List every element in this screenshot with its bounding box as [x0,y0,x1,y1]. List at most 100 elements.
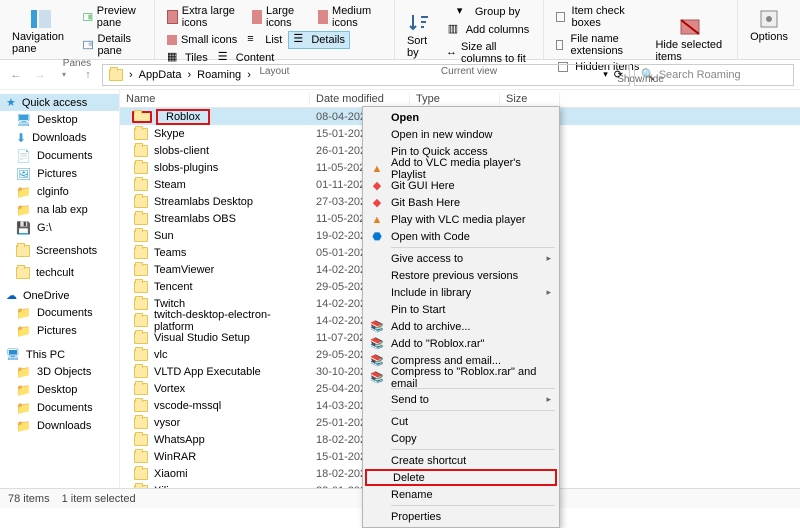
options-button[interactable]: Options [746,4,792,46]
ctx-add-archive[interactable]: 📚Add to archive... [365,318,557,335]
sidebar-item[interactable]: 📁Downloads [0,417,119,435]
ctx-play-vlc[interactable]: ▲Play with VLC media player [365,211,557,228]
file-name: vysor [154,417,180,429]
navigation-pane-label: Navigation pane [12,31,69,55]
details-button[interactable]: ☰Details [288,31,350,49]
sidebar-item[interactable]: 📄Documents [0,147,119,165]
address-bar[interactable]: › AppData › Roaming › ▾ ⟳ [102,64,630,86]
sort-by-button[interactable]: Sort by [403,4,436,66]
sidebar-item[interactable]: 📁Documents [0,399,119,417]
techcult-folder[interactable]: techcult [0,265,119,281]
history-dropdown[interactable]: ▾ [54,65,74,85]
ctx-add-rar[interactable]: 📚Add to "Roblox.rar" [365,335,557,352]
size-columns-button[interactable]: ↔Size all columns to fit [442,40,535,66]
ctx-give-access[interactable]: Give access to [365,250,557,267]
col-size[interactable]: Size [500,93,560,105]
quick-access[interactable]: ★Quick access [0,94,119,111]
file-name: Streamlabs Desktop [154,196,253,208]
ctx-git-bash[interactable]: ◆Git Bash Here [365,194,557,211]
file-name: Xiaomi [154,468,188,480]
search-icon: 🔍 [641,68,655,81]
ctx-restore-previous[interactable]: Restore previous versions [365,267,557,284]
ctx-send-to[interactable]: Send to [365,391,557,408]
large-icons-button[interactable]: Large icons [248,4,312,30]
ctx-include-library[interactable]: Include in library [365,284,557,301]
onedrive[interactable]: ☁OneDrive [0,287,119,304]
ctx-git-gui[interactable]: ◆Git GUI Here [365,177,557,194]
col-name[interactable]: Name [120,93,310,105]
vlc-icon: ▲ [370,162,384,176]
file-extensions-toggle[interactable]: File name extensions [552,32,645,58]
folder-icon [134,434,148,446]
list-button[interactable]: ≡List [243,31,286,49]
ctx-copy[interactable]: Copy [365,430,557,447]
folder-icon [134,315,148,327]
file-name: slobs-client [154,145,209,157]
ctx-open-code[interactable]: ⬣Open with Code [365,228,557,245]
folder-icon [134,417,148,429]
folder-icon: 📁 [16,383,31,397]
ctx-pin-start[interactable]: Pin to Start [365,301,557,318]
folder-icon [134,213,148,225]
ctx-create-shortcut[interactable]: Create shortcut [365,452,557,469]
git-icon: ◆ [370,196,384,210]
col-date[interactable]: Date modified [310,93,410,105]
sidebar-item[interactable]: 📁clginfo [0,183,119,201]
ctx-open-new-window[interactable]: Open in new window [365,126,557,143]
folder-icon [134,145,148,157]
folder-icon: 📁 [16,306,31,320]
ribbon-group-current-view: Sort by ▾Group by ▥Add columns ↔Size all… [395,0,544,59]
preview-pane-button[interactable]: Preview pane [79,4,146,30]
ctx-properties[interactable]: Properties [365,508,557,525]
file-name: WinRAR [154,451,196,463]
file-name: vlc [154,349,167,361]
breadcrumb-roaming[interactable]: Roaming [197,69,241,81]
sidebar-item[interactable]: 📁na lab exp [0,201,119,219]
ctx-rename[interactable]: Rename [365,486,557,503]
breadcrumb-appdata[interactable]: AppData [139,69,182,81]
folder-icon [134,366,148,378]
extra-large-icons-button[interactable]: Extra large icons [163,4,246,30]
ctx-compress-rar-email[interactable]: 📚Compress to "Roblox.rar" and email [365,369,557,386]
ctx-separator [391,505,555,506]
screenshots-folder[interactable]: Screenshots [0,243,119,259]
folder-icon [109,69,123,81]
details-pane-button[interactable]: Details pane [79,32,146,58]
sidebar-item[interactable]: 📁3D Objects [0,363,119,381]
back-button[interactable]: ← [6,65,26,85]
search-box[interactable]: 🔍 Search Roaming [634,64,794,86]
sidebar-item[interactable]: 📁Documents [0,304,119,322]
add-columns-button[interactable]: ▥Add columns [442,22,535,38]
sidebar-item[interactable]: 🖼Pictures [0,165,119,183]
file-name: Teams [154,247,186,259]
ctx-open[interactable]: Open [365,109,557,126]
medium-icons-button[interactable]: Medium icons [314,4,386,30]
search-placeholder: Search Roaming [659,69,741,81]
sidebar-item[interactable]: 📁Desktop [0,381,119,399]
status-selection: 1 item selected [62,493,136,505]
small-icons-button[interactable]: Small icons [163,31,241,49]
ctx-cut[interactable]: Cut [365,413,557,430]
navigation-pane-button[interactable]: Navigation pane [8,4,73,58]
forward-button[interactable]: → [30,65,50,85]
ctx-vlc-playlist[interactable]: ▲Add to VLC media player's Playlist [365,160,557,177]
sidebar-item[interactable]: 📁Pictures [0,322,119,340]
group-by-button[interactable]: ▾Group by [442,4,535,20]
vlc-icon: ▲ [370,213,384,227]
sidebar-item[interactable]: 💾G:\ [0,219,119,237]
ribbon: Navigation pane Preview pane Details pan… [0,0,800,60]
refresh-icon[interactable]: ⟳ [614,68,623,81]
ribbon-group-layout: Extra large icons Large icons Medium ico… [155,0,395,59]
up-button[interactable]: ↑ [78,65,98,85]
ctx-separator [391,449,555,450]
col-type[interactable]: Type [410,93,500,105]
folder-icon [134,264,148,276]
address-dropdown-icon[interactable]: ▾ [603,69,608,80]
sidebar-item[interactable]: ⬇Downloads [0,129,119,147]
folder-icon [134,349,148,361]
item-checkboxes-toggle[interactable]: Item check boxes [552,4,645,30]
this-pc[interactable]: 🖥This PC [0,346,119,363]
folder-icon [134,162,148,174]
ctx-delete[interactable]: Delete [365,469,557,486]
sidebar-item[interactable]: 🖥Desktop [0,111,119,129]
